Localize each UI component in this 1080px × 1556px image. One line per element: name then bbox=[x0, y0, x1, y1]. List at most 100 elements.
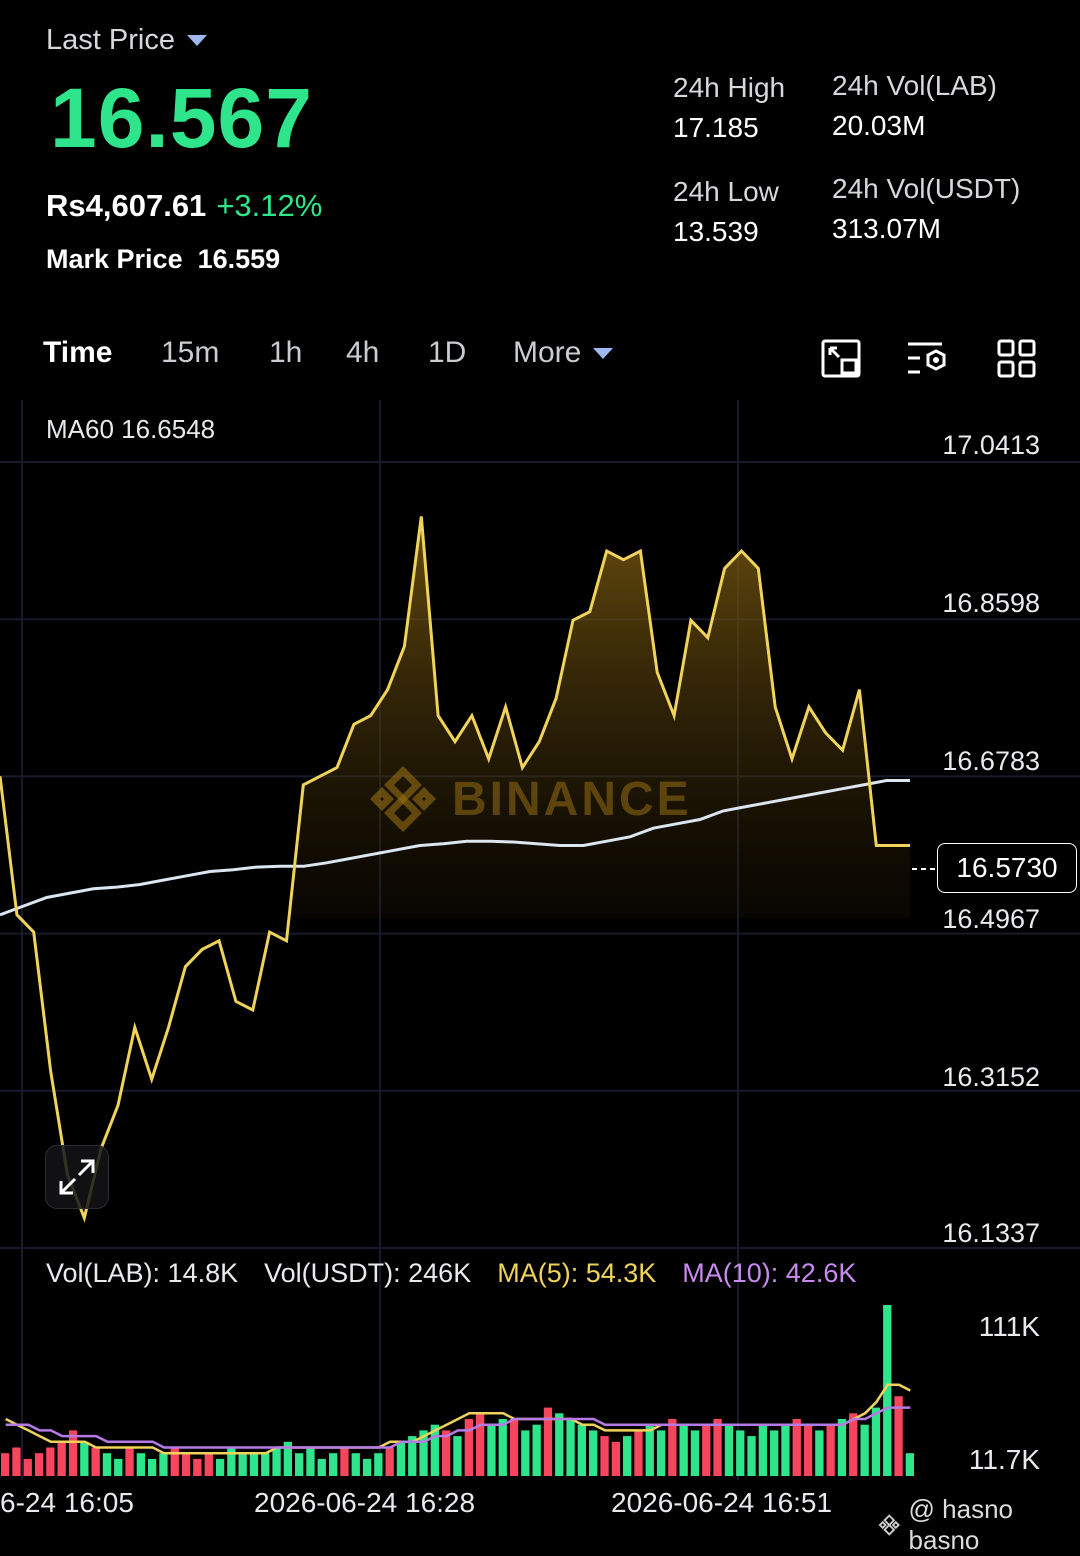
volume-bar bbox=[125, 1447, 134, 1476]
time-tick: 6-24 16:05 bbox=[0, 1487, 134, 1518]
vol-usdt-value: Vol(USDT): 246K bbox=[264, 1258, 472, 1288]
vol-y-tick: 11.7K bbox=[968, 1444, 1040, 1475]
volume-bar bbox=[261, 1453, 270, 1476]
volume-bar bbox=[374, 1453, 383, 1476]
volume-bar bbox=[12, 1447, 21, 1476]
volume-bar bbox=[781, 1424, 790, 1476]
volume-bars bbox=[1, 1305, 914, 1476]
volume-bar bbox=[521, 1430, 530, 1476]
tab-1d[interactable]: 1D bbox=[428, 336, 466, 370]
volume-bar bbox=[34, 1453, 44, 1476]
brand-watermark: BINANCE bbox=[370, 766, 692, 832]
tab-4h[interactable]: 4h bbox=[346, 336, 379, 370]
expand-icon bbox=[59, 1159, 95, 1195]
time-tick: 2026-06-24 16:51 bbox=[611, 1487, 833, 1518]
volume-bar bbox=[747, 1436, 756, 1476]
binance-logo-icon bbox=[370, 766, 436, 832]
chart-settings-icon[interactable] bbox=[906, 338, 952, 380]
volume-bar bbox=[362, 1458, 372, 1476]
caret-down-icon bbox=[186, 35, 207, 46]
volume-bar bbox=[181, 1453, 191, 1476]
volume-bar bbox=[351, 1453, 360, 1476]
vol-y-tick: 111K bbox=[978, 1311, 1040, 1342]
volume-bar bbox=[1, 1453, 10, 1476]
volume-bar bbox=[577, 1424, 586, 1476]
volume-bar bbox=[645, 1424, 654, 1476]
volume-bar bbox=[758, 1424, 767, 1476]
volume-bar bbox=[656, 1430, 666, 1476]
volume-bar bbox=[803, 1424, 813, 1476]
y-tick: 16.6783 bbox=[942, 746, 1040, 776]
volume-bar bbox=[713, 1419, 722, 1476]
volume-bar bbox=[623, 1436, 632, 1476]
volume-bar bbox=[159, 1453, 168, 1476]
y-tick: 17.0413 bbox=[942, 430, 1040, 460]
tab-1h[interactable]: 1h bbox=[269, 336, 302, 370]
24h-vol-usdt-label: 24h Vol(USDT) bbox=[832, 173, 1021, 204]
volume-bar bbox=[91, 1447, 100, 1476]
volume-bar bbox=[555, 1413, 564, 1476]
caret-down-icon bbox=[593, 347, 614, 359]
volume-bar bbox=[724, 1424, 734, 1476]
volume-bar bbox=[815, 1430, 824, 1476]
volume-bar bbox=[871, 1407, 881, 1476]
volume-bar bbox=[600, 1436, 609, 1476]
volume-bar bbox=[702, 1424, 711, 1476]
mark-price-value: 16.559 bbox=[197, 244, 281, 274]
volume-bar bbox=[589, 1430, 598, 1476]
volume-bar bbox=[668, 1419, 677, 1476]
tab-more-label: More bbox=[513, 336, 582, 369]
volume-bar bbox=[498, 1419, 507, 1476]
volume-bar bbox=[295, 1453, 304, 1476]
volume-bar bbox=[238, 1453, 247, 1476]
volume-bar bbox=[690, 1430, 700, 1476]
volume-bar bbox=[57, 1441, 66, 1476]
24h-high-label: 24h High bbox=[673, 72, 786, 103]
volume-bar bbox=[80, 1441, 89, 1476]
fullscreen-icon[interactable] bbox=[820, 338, 864, 380]
volume-bar bbox=[46, 1447, 55, 1476]
last-price-dropdown[interactable]: Last Price bbox=[46, 24, 207, 57]
tab-more[interactable]: More bbox=[513, 336, 614, 370]
volume-bar bbox=[509, 1419, 519, 1476]
vol-lab-value: Vol(LAB): 14.8K bbox=[46, 1258, 239, 1288]
volume-bar bbox=[679, 1424, 688, 1476]
expand-button[interactable] bbox=[45, 1145, 109, 1209]
vol-ma5-value: MA(5): 54.3K bbox=[497, 1258, 657, 1288]
vol-ma10-value: MA(10): 42.6K bbox=[682, 1258, 857, 1288]
y-tick: 16.4967 bbox=[942, 904, 1040, 934]
volume-bar bbox=[204, 1453, 213, 1476]
volume-bar bbox=[453, 1436, 462, 1476]
volume-bar bbox=[272, 1447, 281, 1476]
layout-grid-icon[interactable] bbox=[996, 338, 1038, 380]
last-price-value: 16.567 bbox=[50, 71, 313, 165]
volume-bar bbox=[170, 1447, 179, 1476]
24h-vol-lab-label: 24h Vol(LAB) bbox=[832, 70, 997, 101]
24h-low-label: 24h Low bbox=[673, 176, 779, 207]
volume-bar bbox=[476, 1413, 485, 1476]
mark-price-label: Mark Price bbox=[46, 244, 183, 274]
volume-bar bbox=[464, 1419, 473, 1476]
chart-grid bbox=[0, 400, 1080, 1480]
volume-bar bbox=[396, 1441, 406, 1476]
volume-bar bbox=[102, 1453, 112, 1476]
volume-bar bbox=[736, 1430, 745, 1476]
y-tick: 16.1337 bbox=[942, 1218, 1040, 1248]
volume-bar bbox=[215, 1458, 225, 1476]
current-price-tag: 16.5730 bbox=[937, 843, 1077, 893]
ma60-label: MA60 16.6548 bbox=[46, 414, 216, 444]
volume-bar bbox=[487, 1424, 496, 1476]
tab-time[interactable]: Time bbox=[43, 336, 112, 370]
volume-bar bbox=[566, 1419, 575, 1476]
volume-bar bbox=[23, 1458, 32, 1476]
volume-bar bbox=[329, 1453, 338, 1476]
tab-15m[interactable]: 15m bbox=[161, 336, 219, 370]
volume-bar bbox=[532, 1424, 541, 1476]
volume-bar bbox=[860, 1424, 869, 1476]
time-tick: 2026-06-24 16:28 bbox=[254, 1487, 476, 1518]
price-chart[interactable] bbox=[0, 400, 1080, 1536]
brand-watermark-text: BINANCE bbox=[452, 772, 692, 826]
binance-small-icon bbox=[878, 1514, 900, 1536]
volume-bar bbox=[340, 1447, 349, 1476]
volume-legend: Vol(LAB): 14.8K Vol(USDT): 246K MA(5): 54.… bbox=[46, 1258, 856, 1289]
